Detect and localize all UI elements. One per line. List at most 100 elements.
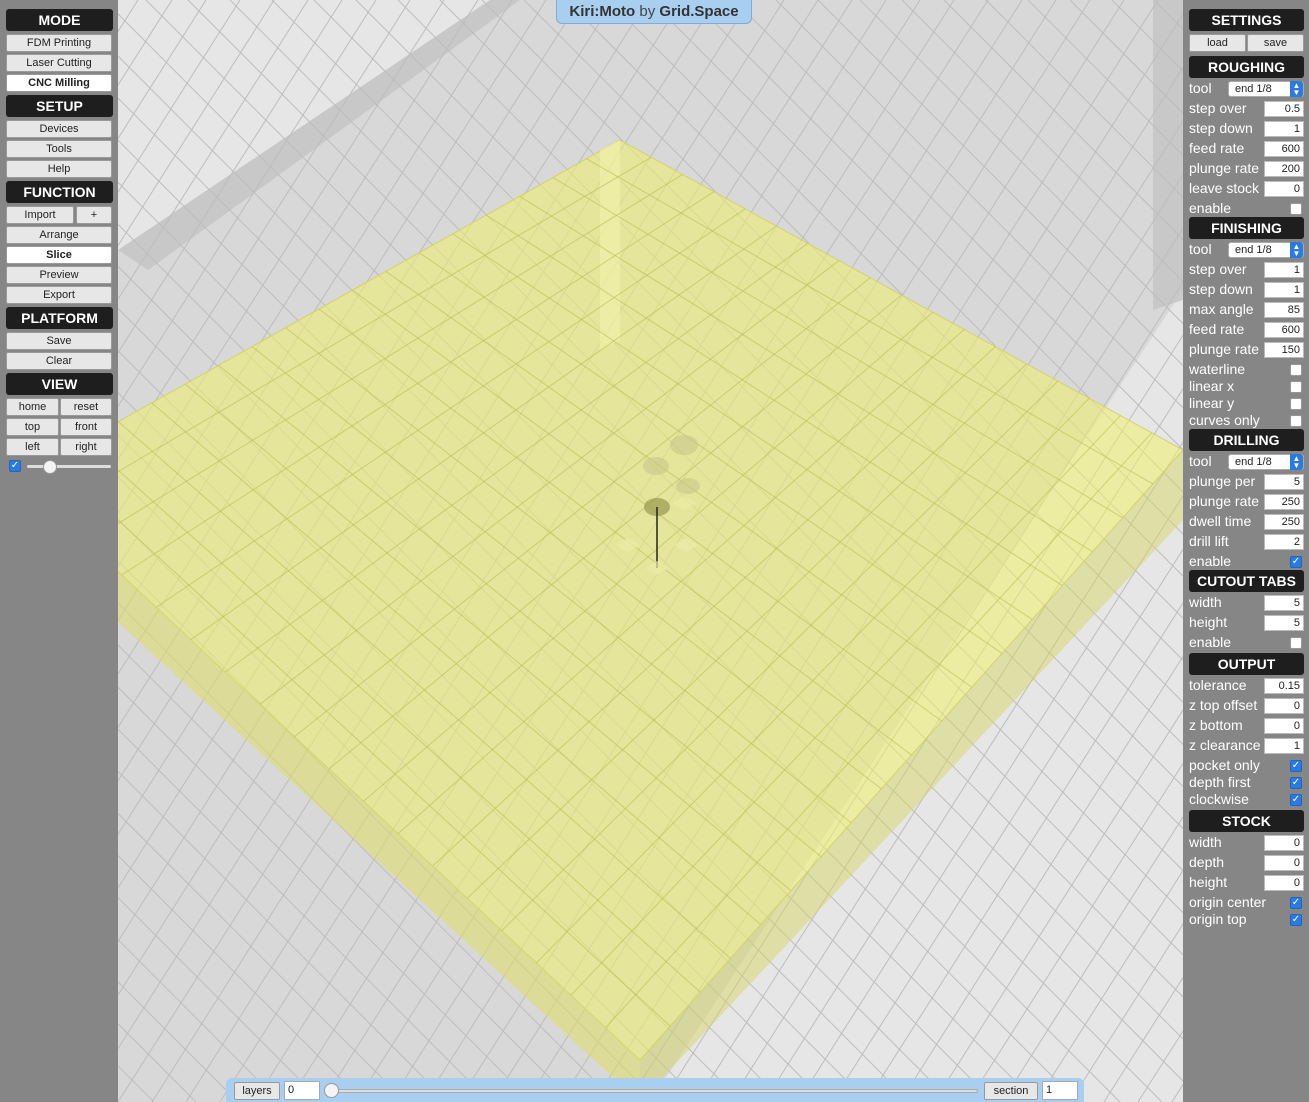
finishing-waterline-label: waterline — [1189, 361, 1246, 377]
section-input[interactable]: 1 — [1042, 1081, 1078, 1100]
roughing-feed-rate-input[interactable]: 600 — [1264, 141, 1304, 157]
cutout-height-input[interactable]: 5 — [1264, 615, 1304, 631]
view-left-button[interactable]: left — [6, 438, 59, 456]
output-depth-first-row: depth first ✓ — [1188, 773, 1304, 791]
drilling-dwell-time-label: dwell time — [1189, 513, 1252, 529]
stock-header: STOCK — [1189, 810, 1304, 832]
finishing-linear-x-checkbox[interactable] — [1290, 381, 1302, 393]
view-slider-thumb[interactable] — [43, 460, 57, 474]
mode-laser-button[interactable]: Laser Cutting — [6, 54, 112, 72]
finishing-linear-x-row: linear x — [1188, 377, 1304, 395]
roughing-step-down-input[interactable]: 1 — [1264, 121, 1304, 137]
help-button[interactable]: Help — [6, 160, 112, 178]
stock-height-label: height — [1189, 874, 1228, 890]
cutout-enable-checkbox[interactable] — [1290, 637, 1302, 649]
drilling-tool-select[interactable]: end 1/8 ▲ ▼ — [1228, 454, 1304, 470]
output-clockwise-label: clockwise — [1189, 791, 1249, 807]
roughing-tool-select[interactable]: end 1/8 ▲ ▼ — [1228, 81, 1304, 97]
output-depth-first-checkbox[interactable]: ✓ — [1290, 777, 1302, 789]
finishing-max-angle-row: max angle 85 — [1188, 300, 1304, 318]
output-clockwise-checkbox[interactable]: ✓ — [1290, 794, 1302, 806]
cutout-header: CUTOUT TABS — [1189, 570, 1304, 592]
cutout-width-input[interactable]: 5 — [1264, 595, 1304, 611]
import-button[interactable]: Import — [6, 206, 74, 224]
finishing-tool-select[interactable]: end 1/8 ▲ ▼ — [1228, 242, 1304, 258]
layer-slider-track[interactable] — [332, 1089, 978, 1093]
stock-origin-top-checkbox[interactable]: ✓ — [1290, 914, 1302, 926]
stock-depth-input[interactable]: 0 — [1264, 855, 1304, 871]
finishing-plunge-rate-input[interactable]: 150 — [1264, 342, 1304, 358]
finishing-max-angle-input[interactable]: 85 — [1264, 302, 1304, 318]
slice-button[interactable]: Slice — [6, 246, 112, 264]
finishing-step-down-input[interactable]: 1 — [1264, 282, 1304, 298]
platform-save-button[interactable]: Save — [6, 332, 112, 350]
drilling-tool-label: tool — [1189, 453, 1212, 469]
roughing-plunge-rate-input[interactable]: 200 — [1264, 161, 1304, 177]
roughing-tool-row: tool end 1/8 ▲ ▼ — [1188, 79, 1304, 97]
app-title: Kiri:Moto by Grid.Space — [556, 0, 752, 24]
output-tolerance-input[interactable]: 0.15 — [1264, 678, 1304, 694]
view-front-button[interactable]: front — [60, 418, 112, 436]
roughing-step-over-input[interactable]: 0.5 — [1264, 101, 1304, 117]
finishing-curves-only-checkbox[interactable] — [1290, 415, 1302, 427]
app-by: by — [639, 3, 656, 20]
function-header: FUNCTION — [6, 181, 113, 203]
stock-width-input[interactable]: 0 — [1264, 835, 1304, 851]
view-right-button[interactable]: right — [60, 438, 112, 456]
output-pocket-only-checkbox[interactable]: ✓ — [1290, 760, 1302, 772]
roughing-enable-label: enable — [1189, 200, 1232, 216]
finishing-tool-label: tool — [1189, 241, 1212, 257]
layers-input[interactable]: 0 — [284, 1081, 320, 1100]
roughing-step-down-label: step down — [1189, 120, 1253, 136]
drilling-plunge-rate-input[interactable]: 250 — [1264, 494, 1304, 510]
output-tolerance-row: tolerance 0.15 — [1188, 676, 1304, 694]
stock-origin-top-row: origin top ✓ — [1188, 910, 1304, 928]
stock-origin-center-checkbox[interactable]: ✓ — [1290, 897, 1302, 909]
roughing-leave-stock-input[interactable]: 0 — [1264, 181, 1304, 197]
view-top-button[interactable]: top — [6, 418, 59, 436]
finishing-waterline-checkbox[interactable] — [1290, 364, 1302, 376]
stock-origin-top-label: origin top — [1189, 911, 1247, 927]
view-reset-button[interactable]: reset — [60, 398, 112, 416]
cutout-width-row: width 5 — [1188, 593, 1304, 611]
view-home-button[interactable]: home — [6, 398, 59, 416]
platform-clear-button[interactable]: Clear — [6, 352, 112, 370]
devices-button[interactable]: Devices — [6, 120, 112, 138]
export-button[interactable]: Export — [6, 286, 112, 304]
layers-button[interactable]: layers — [234, 1082, 280, 1100]
mode-cnc-button[interactable]: CNC Milling — [6, 74, 112, 92]
view-slider-track[interactable] — [27, 465, 111, 468]
output-z-bottom-input[interactable]: 0 — [1264, 718, 1304, 734]
output-pocket-only-row: pocket only ✓ — [1188, 756, 1304, 774]
output-depth-first-label: depth first — [1189, 774, 1251, 790]
drilling-dwell-time-input[interactable]: 250 — [1264, 514, 1304, 530]
output-z-clearance-input[interactable]: 1 — [1264, 738, 1304, 754]
drilling-header: DRILLING — [1189, 429, 1304, 451]
preview-button[interactable]: Preview — [6, 266, 112, 284]
stock-height-input[interactable]: 0 — [1264, 875, 1304, 891]
settings-load-button[interactable]: load — [1189, 34, 1246, 52]
roughing-feed-rate-label: feed rate — [1189, 140, 1245, 156]
drilling-plunge-per-input[interactable]: 5 — [1264, 474, 1304, 490]
tools-button[interactable]: Tools — [6, 140, 112, 158]
finishing-linear-y-checkbox[interactable] — [1290, 398, 1302, 410]
select-arrows-icon: ▲ ▼ — [1290, 81, 1303, 97]
3d-viewport[interactable] — [0, 0, 1309, 1102]
app-brand: Kiri:Moto — [569, 3, 636, 20]
finishing-tool-value: end 1/8 — [1235, 244, 1272, 256]
stock-depth-row: depth 0 — [1188, 853, 1304, 871]
view-slider-checkbox[interactable]: ✓ — [9, 460, 21, 472]
layer-slider-thumb[interactable] — [324, 1083, 339, 1098]
settings-save-button[interactable]: save — [1247, 34, 1304, 52]
output-z-top-offset-input[interactable]: 0 — [1264, 698, 1304, 714]
drilling-tool-row: tool end 1/8 ▲ ▼ — [1188, 452, 1304, 470]
finishing-feed-rate-input[interactable]: 600 — [1264, 322, 1304, 338]
drilling-drill-lift-input[interactable]: 2 — [1264, 534, 1304, 550]
section-button[interactable]: section — [984, 1082, 1038, 1100]
import-plus-button[interactable]: + — [76, 206, 112, 224]
roughing-enable-checkbox[interactable] — [1290, 203, 1302, 215]
mode-fdm-button[interactable]: FDM Printing — [6, 34, 112, 52]
arrange-button[interactable]: Arrange — [6, 226, 112, 244]
drilling-enable-checkbox[interactable]: ✓ — [1290, 556, 1302, 568]
finishing-step-over-input[interactable]: 1 — [1264, 262, 1304, 278]
